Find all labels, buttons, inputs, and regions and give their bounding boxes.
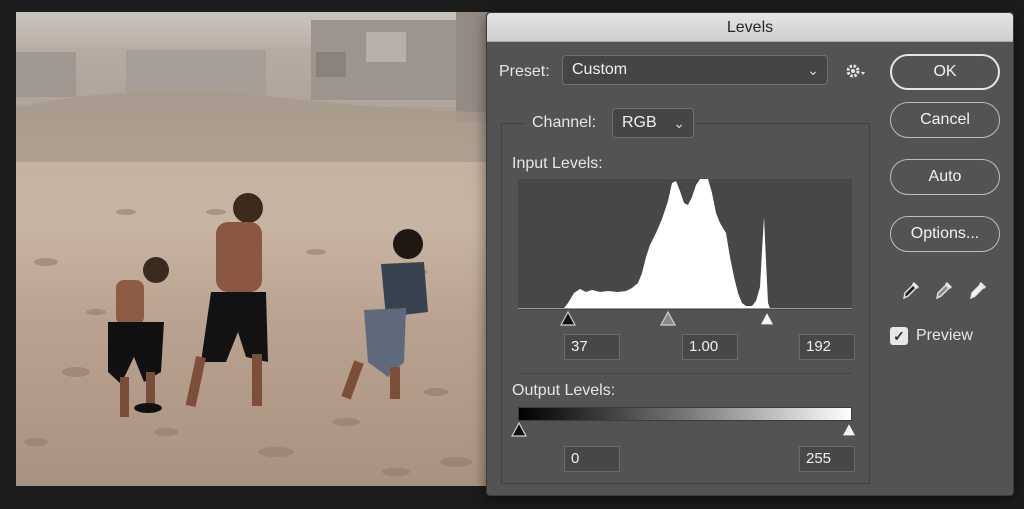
input-black-field[interactable]: 37 bbox=[564, 334, 620, 360]
channel-legend: Channel: RGB ⌄ bbox=[524, 108, 696, 138]
output-white-field[interactable]: 255 bbox=[799, 446, 855, 472]
input-levels-label: Input Levels: bbox=[512, 155, 603, 172]
preset-dropdown[interactable]: Custom ⌄ bbox=[562, 55, 828, 85]
child-left-figure bbox=[108, 257, 169, 417]
white-point-eyedropper-icon[interactable] bbox=[967, 279, 989, 301]
options-button[interactable]: Options... bbox=[890, 216, 1000, 252]
channel-value: RGB bbox=[622, 114, 657, 131]
input-white-field[interactable]: 192 bbox=[799, 334, 855, 360]
chevron-down-icon: ⌄ bbox=[673, 115, 685, 131]
output-black-field[interactable]: 0 bbox=[564, 446, 620, 472]
input-black-point-handle[interactable] bbox=[560, 311, 576, 327]
cancel-button[interactable]: Cancel bbox=[890, 102, 1000, 138]
input-gamma-field[interactable]: 1.00 bbox=[682, 334, 738, 360]
preset-label: Preset: bbox=[499, 63, 550, 80]
output-white-point-handle[interactable] bbox=[841, 422, 857, 438]
preset-value: Custom bbox=[572, 61, 628, 78]
black-point-eyedropper-icon[interactable] bbox=[900, 279, 922, 301]
preview-label: Preview bbox=[916, 327, 973, 344]
histogram bbox=[518, 179, 852, 310]
channel-label: Channel: bbox=[532, 114, 597, 131]
output-black-point-handle[interactable] bbox=[511, 422, 527, 438]
child-right-figure bbox=[341, 229, 428, 400]
dialog-title[interactable]: Levels bbox=[487, 13, 1013, 42]
output-gradient-bar bbox=[518, 407, 852, 421]
gray-point-eyedropper-icon[interactable] bbox=[933, 279, 955, 301]
levels-dialog: Levels Preset: Custom ⌄ OK Cancel Auto O… bbox=[486, 12, 1014, 496]
channel-dropdown[interactable]: RGB ⌄ bbox=[612, 108, 694, 138]
chevron-down-icon: ⌄ bbox=[807, 62, 819, 78]
input-white-point-handle[interactable] bbox=[759, 311, 775, 327]
beach-photo-image bbox=[16, 12, 490, 476]
output-levels-slider[interactable] bbox=[511, 422, 857, 438]
gear-icon[interactable] bbox=[842, 58, 868, 84]
divider bbox=[518, 373, 852, 374]
child-middle-figure bbox=[185, 193, 268, 407]
input-levels-slider[interactable] bbox=[518, 311, 852, 327]
preview-checkbox[interactable]: ✓ bbox=[890, 327, 908, 345]
output-levels-label: Output Levels: bbox=[512, 382, 616, 399]
auto-button[interactable]: Auto bbox=[890, 159, 1000, 195]
histogram-shape bbox=[518, 179, 852, 308]
document-canvas-photo bbox=[16, 12, 490, 486]
ok-button[interactable]: OK bbox=[890, 54, 1000, 90]
input-gamma-handle[interactable] bbox=[660, 311, 676, 327]
